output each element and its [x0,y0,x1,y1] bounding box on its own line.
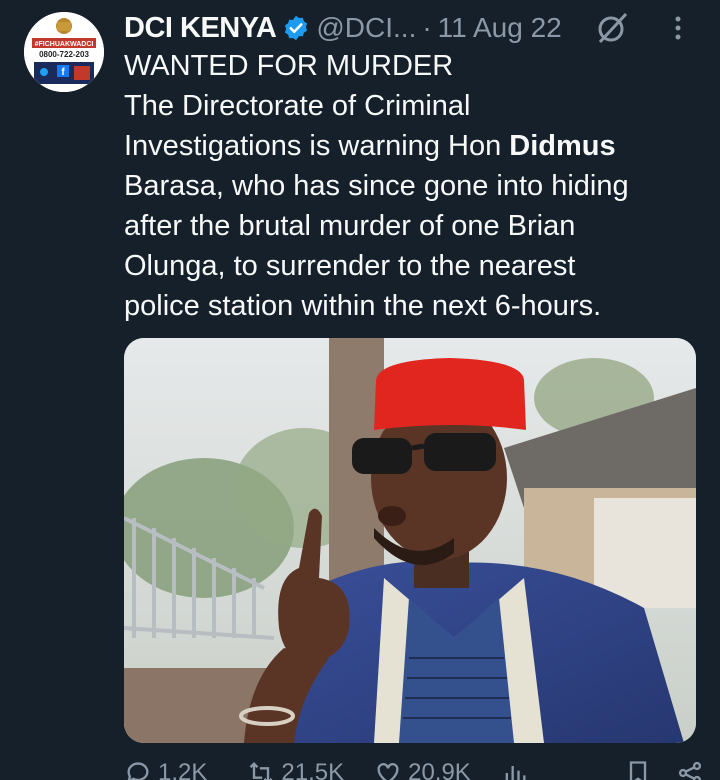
reply-button[interactable]: 1.2K [124,759,207,780]
author-name[interactable]: DCI KENYA [124,12,277,45]
tweet-date[interactable]: 11 Aug 22 [438,12,562,44]
tweet-text: WANTED FOR MURDER The Directorate of Cri… [124,46,704,326]
like-button[interactable]: 20.9K [374,759,471,780]
avatar-hashtag: #FICHUAKWADCI [35,41,94,48]
tweet-line: WANTED FOR MURDER [124,50,454,82]
retweet-count: 21.5K [281,759,345,780]
views-button[interactable] [501,759,529,780]
action-bar: 1.2K 21.5K 20.9K [124,758,704,780]
retweet-icon [250,762,273,780]
tweet-line: Olunga, to surrender to the nearest [124,250,576,282]
tweet-line: Investigations is warning Hon Didmus [124,126,704,166]
tweet-line: Barasa, who has since gone into hiding [124,170,629,202]
author-handle[interactable]: @DCI... [316,12,416,44]
more-options-icon[interactable] [662,12,694,44]
retweet-button[interactable]: 21.5K [247,759,344,780]
tweet-photo[interactable] [124,338,696,743]
share-icon [678,761,702,780]
bookmark-icon [629,761,647,780]
grok-icon[interactable] [594,10,630,46]
tweet-line-text: Investigations is warning Hon [124,130,510,162]
separator: · [422,12,432,43]
verified-badge-icon [285,15,308,41]
share-button[interactable] [676,759,704,780]
reply-icon [127,762,149,780]
views-icon [505,766,526,780]
like-count: 20.9K [408,759,471,780]
heart-icon [377,763,399,780]
reply-count: 1.2K [158,759,208,780]
tweet-line: The Directorate of Criminal [124,90,471,122]
avatar-phone: 0800-722-203 [39,50,89,59]
avatar[interactable]: #FICHUAKWADCI 0800-722-203 f [24,12,104,92]
bookmark-button[interactable] [624,759,652,780]
tweet[interactable]: #FICHUAKWADCI 0800-722-203 f DCI KENYA @… [0,0,720,780]
tweet-header: DCI KENYA @DCI... · 11 Aug 22 [124,6,704,50]
tweet-line: after the brutal murder of one Brian [124,210,576,242]
tweet-line: police station within the next 6-hours. [124,290,602,322]
tweet-bold-name: Didmus [509,130,616,162]
